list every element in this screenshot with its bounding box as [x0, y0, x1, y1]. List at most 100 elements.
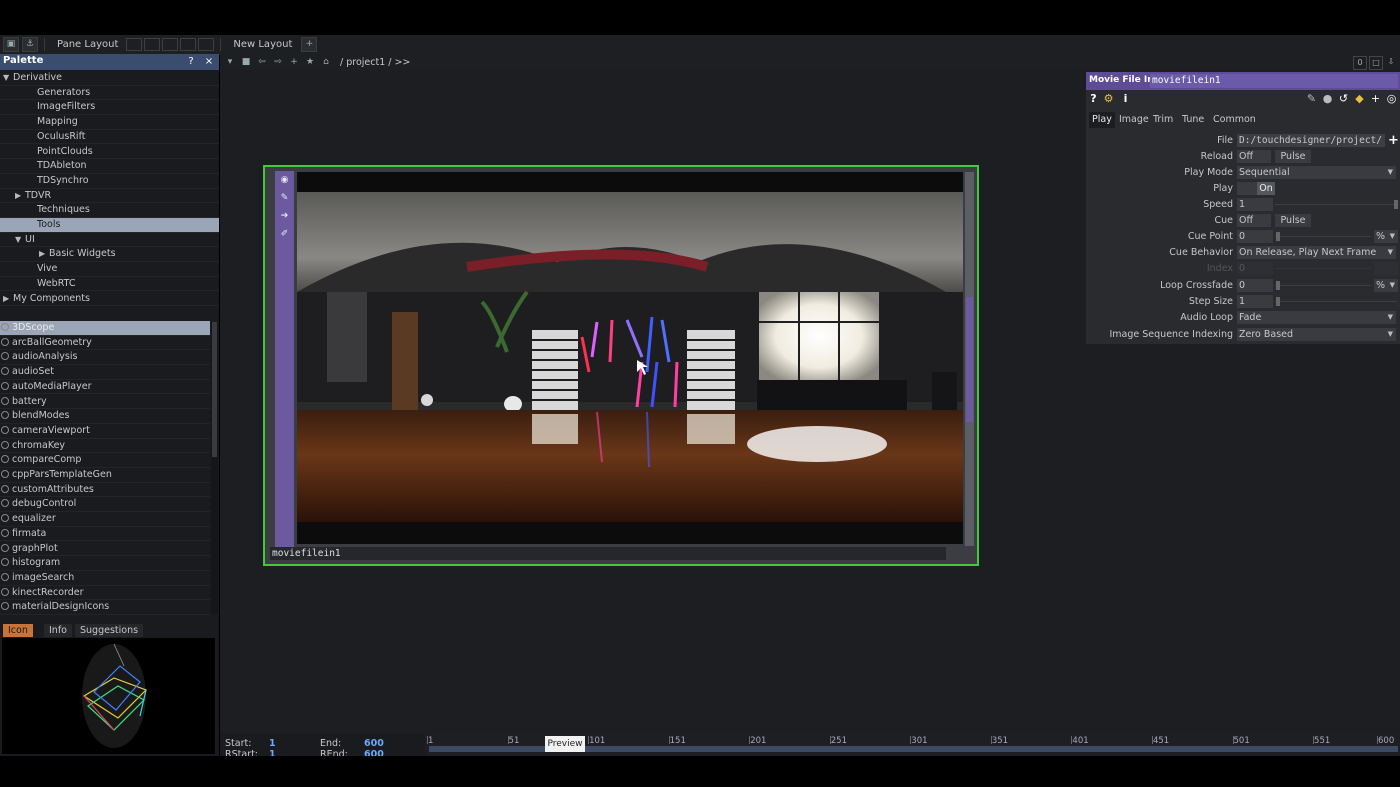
network-path[interactable]: / project1 / >>	[340, 57, 410, 68]
scrollbar-thumb[interactable]	[212, 322, 217, 457]
tab-common[interactable]: Common	[1210, 112, 1259, 128]
arrow-right-icon[interactable]: ➔	[279, 211, 290, 222]
component-list-item[interactable]: audioSet	[0, 365, 210, 380]
component-list-item[interactable]: compareComp	[0, 453, 210, 468]
tab-suggestions[interactable]: Suggestions	[75, 624, 144, 637]
add-layout-icon[interactable]: +	[301, 37, 318, 52]
cue-point-field[interactable]: 0	[1237, 230, 1273, 243]
palette-tree-item[interactable]: ▶ My Components	[0, 292, 219, 307]
add-icon[interactable]: +	[288, 56, 300, 68]
palette-tree-item[interactable]: ▼ UI	[0, 233, 219, 248]
reload-toggle[interactable]: Off	[1237, 150, 1271, 163]
tab-play[interactable]: Play	[1089, 112, 1115, 128]
start-value[interactable]: 1	[269, 738, 276, 749]
palette-tree-item[interactable]: PointClouds	[0, 145, 219, 160]
pane-layout-three[interactable]	[180, 38, 197, 51]
palette-tree-item[interactable]: ImageFilters	[0, 100, 219, 116]
palette-tree-item[interactable]: ▶ Basic Widgets	[0, 247, 219, 263]
component-list-item[interactable]: customAttributes	[0, 483, 210, 498]
slider-knob[interactable]	[1394, 200, 1398, 209]
help-icon[interactable]: ?	[1087, 92, 1100, 105]
reload-pulse-button[interactable]: Pulse	[1275, 150, 1311, 163]
palette-tree-item[interactable]: TDAbleton	[0, 159, 219, 174]
audio-loop-menu[interactable]: Fade ▼	[1237, 311, 1396, 324]
expand-arrow-icon[interactable]: ▼	[3, 71, 13, 86]
component-list-item[interactable]: battery	[0, 395, 210, 410]
play-mode-menu[interactable]: Sequential ▼	[1237, 166, 1396, 179]
palette-tree-item[interactable]: Generators	[0, 86, 219, 101]
component-list-item[interactable]: materialDesignIcons	[0, 600, 210, 615]
node-viewer[interactable]	[297, 172, 963, 544]
cue-toggle[interactable]: Off	[1237, 214, 1271, 227]
slider-knob[interactable]	[1276, 232, 1280, 241]
back-icon[interactable]: ⇦	[256, 56, 268, 68]
link-icon[interactable]: ↺	[1337, 92, 1350, 105]
component-list-item[interactable]: autoMediaPlayer	[0, 380, 210, 395]
palette-tree-item[interactable]: OculusRift	[0, 130, 219, 145]
palette-tree-item[interactable]: ▼ Derivative	[0, 71, 219, 86]
palette-tree-item[interactable]: Vive	[0, 262, 219, 277]
palette-tree-item[interactable]: WebRTC	[0, 277, 219, 292]
component-list-item[interactable]: arcBallGeometry	[0, 336, 210, 351]
tab-tune[interactable]: Tune	[1179, 112, 1207, 128]
palette-tree-item[interactable]: Mapping	[0, 115, 219, 130]
download-icon[interactable]: ⇩	[1385, 56, 1397, 68]
palette-close-button[interactable]: ×	[202, 55, 216, 68]
tab-image[interactable]: Image	[1116, 112, 1152, 128]
collapse-arrow-icon[interactable]: ▶	[39, 247, 49, 262]
loop-crossfade-slider[interactable]	[1275, 285, 1371, 286]
pane-layout-single[interactable]	[126, 38, 143, 51]
loop-crossfade-field[interactable]: 0	[1237, 279, 1273, 292]
info-icon[interactable]: i	[1119, 92, 1132, 105]
component-list-item[interactable]: cppParsTemplateGen	[0, 468, 210, 483]
chevron-down-icon[interactable]: ▾	[224, 56, 236, 68]
node-name-bar[interactable]: moviefilein1	[270, 547, 946, 560]
play-toggle[interactable]: On	[1257, 182, 1275, 195]
palette-help-button[interactable]: ?	[184, 55, 198, 68]
loop-crossfade-units-menu[interactable]: % ▼	[1374, 279, 1398, 292]
cue-point-slider[interactable]	[1275, 236, 1371, 237]
operator-name-field[interactable]: moviefilein1	[1150, 74, 1398, 88]
stop-icon[interactable]: ■	[240, 56, 252, 68]
tab-info[interactable]: Info	[44, 624, 72, 637]
component-list-item[interactable]: imageSearch	[0, 571, 210, 586]
component-list-item[interactable]: audioAnalysis	[0, 350, 210, 366]
python-icon[interactable]: ◆	[1353, 92, 1366, 105]
component-list-item[interactable]: debugControl	[0, 497, 210, 513]
scrollbar-thumb[interactable]	[966, 297, 973, 422]
step-size-field[interactable]: 1	[1237, 295, 1273, 308]
target-icon[interactable]: ◎	[1385, 92, 1398, 105]
new-layout-button[interactable]: New Layout	[233, 39, 292, 50]
palette-tree-item[interactable]: ▶ TDVR	[0, 189, 219, 204]
palette-tree-item[interactable]: Techniques	[0, 203, 219, 218]
component-list-item[interactable]: cameraViewport	[0, 424, 210, 439]
star-icon[interactable]: ★	[304, 56, 316, 68]
step-size-slider[interactable]	[1275, 301, 1397, 302]
end-value[interactable]: 600	[364, 738, 384, 749]
slider-knob[interactable]	[1276, 297, 1280, 306]
tab-icon[interactable]: Icon	[3, 624, 33, 637]
palette-tree-item[interactable]: Tools	[0, 218, 219, 233]
slider-knob[interactable]	[1276, 281, 1280, 290]
anchor-icon[interactable]: ⚓	[22, 37, 38, 52]
component-list-item[interactable]: equalizer	[0, 512, 210, 527]
component-list-item[interactable]: graphPlot	[0, 542, 210, 557]
collapse-arrow-icon[interactable]: ▶	[3, 292, 13, 307]
component-list-item[interactable]: firmata	[0, 527, 210, 542]
expand-arrow-icon[interactable]: ▼	[15, 233, 25, 248]
forward-icon[interactable]: ⇨	[272, 56, 284, 68]
wrench-icon[interactable]: ✐	[279, 229, 290, 240]
palette-tree-item[interactable]: TDSynchro	[0, 174, 219, 189]
maximize-icon[interactable]: □	[1369, 56, 1383, 70]
add-parameter-icon[interactable]: +	[1369, 92, 1382, 105]
pane-layout-split-horizontal[interactable]	[144, 38, 161, 51]
image-sequence-indexing-menu[interactable]: Zero Based ▼	[1237, 328, 1396, 341]
component-list-scrollbar[interactable]	[211, 322, 218, 614]
component-list-item[interactable]: kinectRecorder	[0, 586, 210, 601]
pane-layout-four[interactable]	[198, 38, 215, 51]
python-help-icon[interactable]: ⚙	[1102, 92, 1115, 105]
cue-point-units-menu[interactable]: % ▼	[1374, 230, 1398, 243]
add-file-icon[interactable]: +	[1388, 134, 1399, 147]
collapse-arrow-icon[interactable]: ▶	[15, 189, 25, 204]
viewer-scrollbar[interactable]	[965, 172, 974, 546]
